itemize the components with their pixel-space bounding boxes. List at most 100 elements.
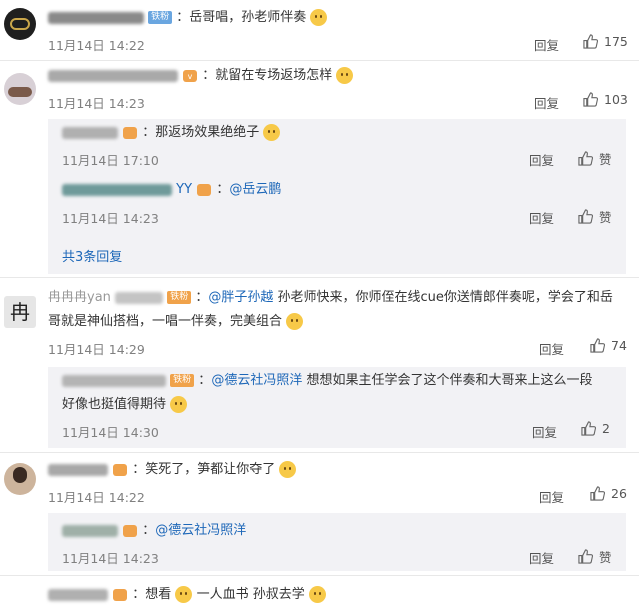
svg-text:v: v — [188, 72, 193, 81]
reply-button[interactable]: 回复 — [534, 35, 559, 54]
laugh-emoji-icon — [263, 124, 281, 141]
reply-button[interactable]: 回复 — [529, 150, 554, 169]
comment-2: v ：就留在专场返场怎样 11月14日 14:23 回复 103 ：那返场效果绝… — [0, 61, 639, 274]
sub-reply-body: YY ：@岳云鹏 — [62, 181, 281, 199]
comment-3-body-line2: 哥就是神仙搭档，一唱一伴奏，完美组合 — [48, 313, 304, 331]
comment-3-body-line1: 冉冉冉yan 铁粉 ：@胖子孙越 孙老师快来，你师侄在线cue你送情郎伴奏呢，学… — [48, 289, 613, 307]
like-count: 2 — [602, 421, 610, 436]
like-button[interactable]: 赞 — [578, 207, 612, 226]
mention-link[interactable]: @岳云鹏 — [229, 182, 281, 197]
vip-badge-icon: v — [182, 69, 198, 83]
sub-reply-1: ：@德云社冯照洋 11月14日 14:23 回复 赞 — [48, 513, 626, 571]
fan-badge: 铁粉 — [170, 374, 195, 387]
vip-badge-icon — [122, 126, 138, 140]
reply-button[interactable]: 回复 — [529, 208, 554, 227]
like-count: 103 — [604, 92, 628, 107]
sub-reply-body: ：@德云社冯照洋 — [62, 522, 246, 540]
like-button[interactable]: 103 — [583, 92, 628, 107]
sub-reply-time: 11月14日 17:10 — [62, 153, 159, 168]
thumbs-up-icon — [583, 92, 598, 107]
sub-replies: ：@德云社冯照洋 11月14日 14:23 回复 赞 — [48, 513, 626, 571]
like-button[interactable]: 74 — [590, 338, 627, 353]
comment-4-body: ：笑死了，笋都让你夺了 — [48, 461, 297, 479]
avatar[interactable] — [4, 463, 36, 495]
reply-button[interactable]: 回复 — [534, 93, 559, 112]
username-blurred[interactable] — [48, 69, 178, 82]
comment-text: ：笑死了，笋都让你夺了 — [132, 462, 276, 477]
like-button[interactable]: 赞 — [578, 149, 612, 168]
doge-emoji-icon — [310, 9, 328, 26]
sub-reply-time: 11月14日 14:30 — [62, 425, 159, 440]
thumbs-up-icon — [583, 34, 598, 49]
comment-time: 11月14日 14:29 — [48, 342, 145, 357]
mention-link[interactable]: @德云社冯照洋 — [211, 373, 302, 388]
sub-reply-body-line1: 铁粉 ：@德云社冯照洋 想想如果主任学会了这个伴奏和大哥来上这么一段 — [62, 372, 592, 390]
vip-badge-icon — [122, 524, 138, 538]
mention-link[interactable]: @胖子孙越 — [208, 290, 273, 305]
colon: ： — [195, 290, 209, 305]
like-button[interactable]: 赞 — [578, 547, 612, 566]
laugh-emoji-icon — [308, 586, 326, 603]
reply-button[interactable]: 回复 — [529, 548, 554, 567]
sub-reply-body-line2: 好像也挺值得期待 — [62, 396, 188, 414]
avatar[interactable]: 冉 — [4, 296, 36, 328]
thumbs-up-icon — [578, 151, 593, 166]
like-button[interactable]: 175 — [583, 34, 628, 49]
username-blurred — [115, 291, 164, 304]
comment-5: ：想看 一人血书 孙叔去学 — [0, 576, 639, 608]
sub-reply-2: YY ：@岳云鹏 11月14日 14:23 回复 赞 — [48, 177, 626, 235]
comment-1-body: 铁粉 ：岳哥唱，孙老师伴奏 — [48, 9, 328, 27]
like-label: 赞 — [599, 152, 612, 167]
sub-reply-time: 11月14日 14:23 — [62, 211, 159, 226]
comment-time: 11月14日 14:22 — [48, 38, 145, 53]
more-replies-link[interactable]: 共3条回复 — [62, 246, 122, 265]
thumbs-up-icon — [578, 549, 593, 564]
sub-reply-text-line2: 好像也挺值得期待 — [62, 397, 167, 412]
thumbs-up-icon — [578, 209, 593, 224]
username-blurred[interactable] — [48, 463, 108, 476]
like-button[interactable]: 2 — [581, 421, 610, 436]
vip-badge-icon — [196, 183, 212, 197]
comment-5-body: ：想看 一人血书 孙叔去学 — [48, 586, 326, 604]
username-blurred[interactable] — [48, 11, 144, 24]
username-tail[interactable]: YY — [176, 182, 192, 197]
sub-reply-body: ：那返场效果绝绝子 — [62, 124, 281, 142]
reply-button[interactable]: 回复 — [539, 487, 564, 506]
avatar[interactable] — [4, 8, 36, 40]
like-label: 赞 — [599, 550, 612, 565]
thumbs-up-icon — [581, 421, 596, 436]
like-button[interactable]: 26 — [590, 486, 627, 501]
colon: ： — [216, 182, 230, 197]
comment-text-line1: 孙老师快来，你师侄在线cue你送情郎伴奏呢，学会了和岳 — [273, 290, 613, 305]
thumbs-up-icon — [590, 338, 605, 353]
comment-text: ：就留在专场返场怎样 — [202, 68, 333, 83]
comment-text-part2: 一人血书 孙叔去学 — [196, 587, 305, 602]
username-blurred[interactable] — [62, 524, 118, 537]
username[interactable]: 冉冉冉yan — [48, 290, 111, 305]
username-blurred[interactable] — [62, 374, 166, 387]
like-count: 175 — [604, 34, 628, 49]
sub-reply-1: 铁粉 ：@德云社冯照洋 想想如果主任学会了这个伴奏和大哥来上这么一段 好像也挺值… — [48, 367, 626, 448]
reply-button[interactable]: 回复 — [539, 339, 564, 358]
colon: ： — [198, 373, 212, 388]
comment-time: 11月14日 14:22 — [48, 490, 145, 505]
sub-replies: 铁粉 ：@德云社冯照洋 想想如果主任学会了这个伴奏和大哥来上这么一段 好像也挺值… — [48, 367, 626, 448]
username-blurred[interactable] — [62, 183, 172, 196]
comment-1: 铁粉 ：岳哥唱，孙老师伴奏 11月14日 14:22 回复 175 — [0, 0, 639, 60]
doge-emoji-icon — [336, 67, 354, 84]
comment-3: 冉 冉冉冉yan 铁粉 ：@胖子孙越 孙老师快来，你师侄在线cue你送情郎伴奏呢… — [0, 278, 639, 450]
sub-reply-1: ：那返场效果绝绝子 11月14日 17:10 回复 赞 — [48, 119, 626, 177]
comment-text: ：岳哥唱，孙老师伴奏 — [176, 10, 307, 25]
username-blurred[interactable] — [62, 126, 118, 139]
like-label: 赞 — [599, 210, 612, 225]
reply-button[interactable]: 回复 — [532, 422, 557, 441]
colon: ： — [142, 523, 156, 538]
avatar[interactable] — [4, 73, 36, 105]
mention-link[interactable]: @德云社冯照洋 — [155, 523, 246, 538]
comment-text-line2: 哥就是神仙搭档，一唱一伴奏，完美组合 — [48, 314, 283, 329]
fan-badge: 铁粉 — [148, 11, 173, 24]
sub-reply-text-line1: 想想如果主任学会了这个伴奏和大哥来上这么一段 — [302, 373, 593, 388]
sub-replies: ：那返场效果绝绝子 11月14日 17:10 回复 赞 YY ：@岳云鹏 11月… — [48, 119, 626, 274]
username-blurred[interactable] — [48, 588, 108, 601]
comment-text-part1: ：想看 — [132, 587, 172, 602]
